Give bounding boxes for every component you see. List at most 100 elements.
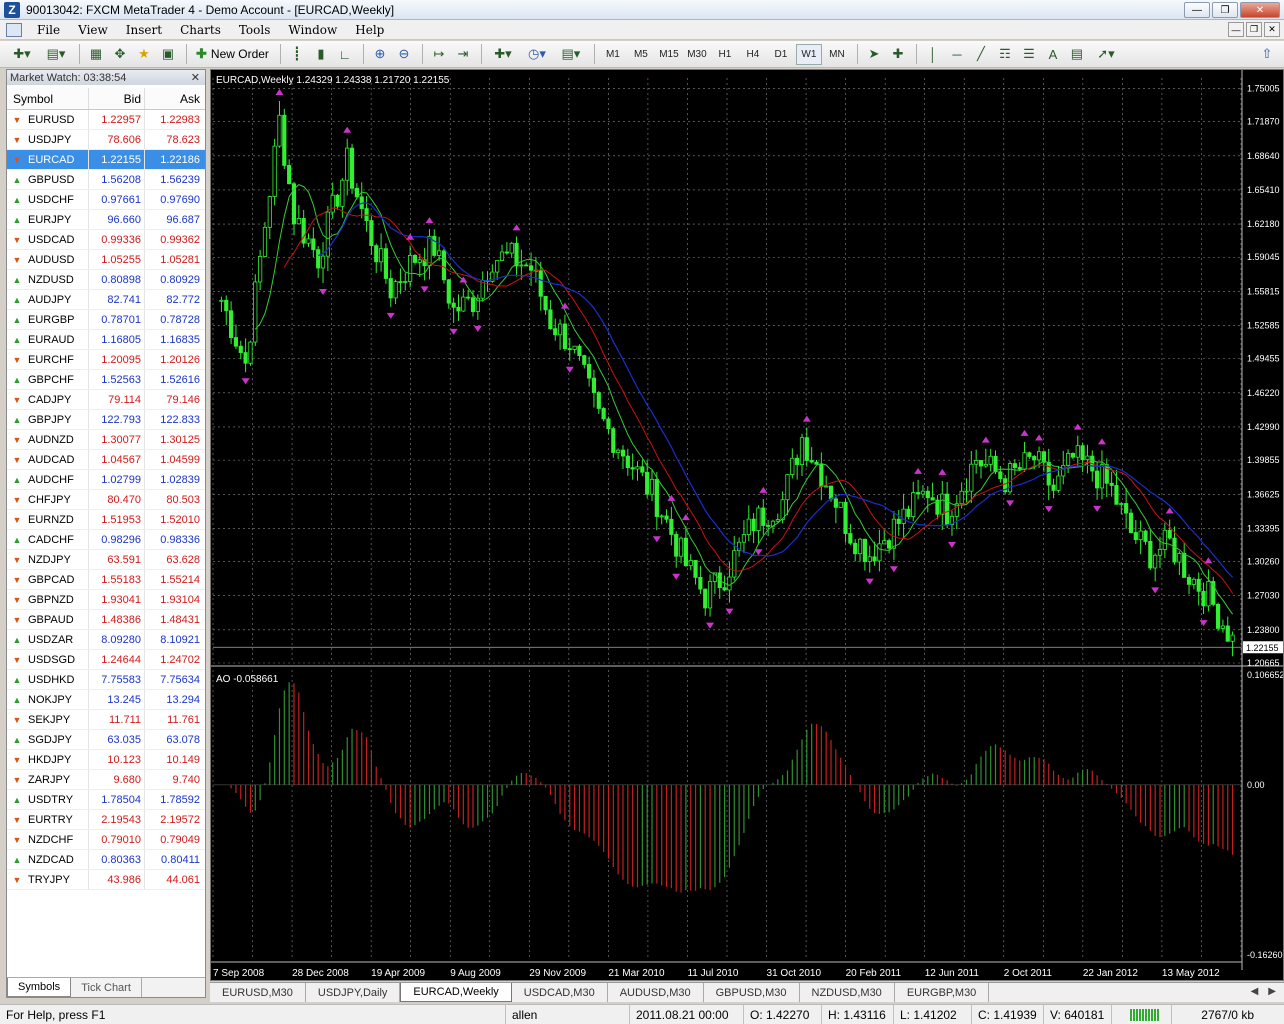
minimize-button[interactable]: — bbox=[1184, 2, 1210, 18]
market-watch-row[interactable]: ▼ USDJPY 78.606 78.623 bbox=[7, 130, 205, 150]
zoom-out-icon[interactable]: ⊖ bbox=[393, 44, 415, 65]
timeframe-m15[interactable]: M15 bbox=[656, 44, 682, 65]
indicators-icon[interactable]: ✚▾ bbox=[487, 44, 519, 65]
bar-chart-icon[interactable]: ┋ bbox=[286, 44, 308, 65]
chart-tab[interactable]: USDJPY,Daily bbox=[306, 983, 401, 1002]
line-chart-icon[interactable]: ∟ bbox=[334, 44, 356, 65]
timeframe-m30[interactable]: M30 bbox=[684, 44, 710, 65]
terminal-icon[interactable]: ▣ bbox=[157, 44, 179, 65]
chart-tab[interactable]: AUDUSD,M30 bbox=[608, 983, 704, 1002]
periods-clock-icon[interactable]: ◷▾ bbox=[521, 44, 553, 65]
market-watch-row[interactable]: ▲ EURJPY 96.660 96.687 bbox=[7, 210, 205, 230]
tab-symbols[interactable]: Symbols bbox=[7, 978, 72, 997]
fibonacci-icon[interactable]: ☰ bbox=[1018, 44, 1040, 65]
menu-view[interactable]: View bbox=[69, 23, 117, 37]
channel-icon[interactable]: ☶ bbox=[994, 44, 1016, 65]
toolbar-chevron-icon[interactable]: ⇧ bbox=[1256, 44, 1278, 65]
timeframe-mn[interactable]: MN bbox=[824, 44, 850, 65]
column-bid[interactable]: Bid bbox=[89, 88, 145, 109]
market-watch-row[interactable]: ▼ HKDJPY 10.123 10.149 bbox=[7, 750, 205, 770]
market-watch-row[interactable]: ▲ AUDJPY 82.741 82.772 bbox=[7, 290, 205, 310]
market-watch-row[interactable]: ▲ NZDCAD 0.80363 0.80411 bbox=[7, 850, 205, 870]
market-watch-row[interactable]: ▼ USDSGD 1.24644 1.24702 bbox=[7, 650, 205, 670]
chart-shift-icon[interactable]: ⇥ bbox=[452, 44, 474, 65]
menu-tools[interactable]: Tools bbox=[230, 23, 280, 37]
price-chart[interactable]: 1.22155 1.75005 1.71870 1.68640 1.65410 1.621… bbox=[211, 70, 1283, 980]
chart-tab[interactable]: NZDUSD,M30 bbox=[800, 983, 895, 1002]
timeframe-h1[interactable]: H1 bbox=[712, 44, 738, 65]
close-button[interactable]: ✕ bbox=[1240, 2, 1280, 18]
auto-scroll-icon[interactable]: ↦ bbox=[428, 44, 450, 65]
market-watch-row[interactable]: ▼ EURNZD 1.51953 1.52010 bbox=[7, 510, 205, 530]
chart-tab[interactable]: USDCAD,M30 bbox=[512, 983, 608, 1002]
chart-tab[interactable]: EURUSD,M30 bbox=[210, 983, 306, 1002]
market-watch-row[interactable]: ▲ USDTRY 1.78504 1.78592 bbox=[7, 790, 205, 810]
market-watch-row[interactable]: ▼ TRYJPY 43.986 44.061 bbox=[7, 870, 205, 890]
market-watch-row[interactable]: ▲ CADCHF 0.98296 0.98336 bbox=[7, 530, 205, 550]
crosshair-icon[interactable]: ✚ bbox=[887, 44, 909, 65]
chart-tab[interactable]: EURCAD,Weekly bbox=[400, 983, 512, 1002]
menu-file[interactable]: File bbox=[28, 23, 69, 37]
column-ask[interactable]: Ask bbox=[145, 88, 203, 109]
market-watch-row[interactable]: ▲ USDCHF 0.97661 0.97690 bbox=[7, 190, 205, 210]
market-watch-row[interactable]: ▼ EURUSD 1.22957 1.22983 bbox=[7, 110, 205, 130]
market-watch-row[interactable]: ▼ AUDUSD 1.05255 1.05281 bbox=[7, 250, 205, 270]
market-watch-row[interactable]: ▲ NZDUSD 0.80898 0.80929 bbox=[7, 270, 205, 290]
chart-window[interactable]: 1.22155 1.75005 1.71870 1.68640 1.65410 1.621… bbox=[210, 69, 1284, 981]
chart-tab[interactable]: EURGBP,M30 bbox=[895, 983, 990, 1002]
menu-charts[interactable]: Charts bbox=[171, 23, 230, 37]
market-watch-row[interactable]: ▼ NZDCHF 0.79010 0.79049 bbox=[7, 830, 205, 850]
column-symbol[interactable]: Symbol bbox=[7, 88, 89, 109]
document-icon[interactable] bbox=[6, 22, 22, 37]
market-watch-row[interactable]: ▼ GBPNZD 1.93041 1.93104 bbox=[7, 590, 205, 610]
timeframe-h4[interactable]: H4 bbox=[740, 44, 766, 65]
menu-help[interactable]: Help bbox=[346, 23, 393, 37]
mdi-restore-button[interactable]: ❐ bbox=[1246, 22, 1262, 37]
profiles-icon[interactable]: ▤▾ bbox=[40, 44, 72, 65]
tab-scroll-right-icon[interactable]: ▶ bbox=[1268, 986, 1276, 997]
market-watch-row[interactable]: ▼ ZARJPY 9.680 9.740 bbox=[7, 770, 205, 790]
restore-button[interactable]: ❐ bbox=[1212, 2, 1238, 18]
horizontal-line-icon[interactable]: ─ bbox=[946, 44, 968, 65]
timeframe-w1[interactable]: W1 bbox=[795, 43, 822, 65]
mdi-close-button[interactable]: ✕ bbox=[1264, 22, 1280, 37]
market-watch-row[interactable]: ▼ USDCAD 0.99336 0.99362 bbox=[7, 230, 205, 250]
mdi-minimize-button[interactable]: — bbox=[1228, 22, 1244, 37]
candlestick-icon[interactable]: ▮ bbox=[310, 44, 332, 65]
market-watch-row[interactable]: ▲ EURAUD 1.16805 1.16835 bbox=[7, 330, 205, 350]
market-watch-row[interactable]: ▲ GBPJPY 122.793 122.833 bbox=[7, 410, 205, 430]
market-watch-row[interactable]: ▼ EURCHF 1.20095 1.20126 bbox=[7, 350, 205, 370]
text-label-icon[interactable]: ▤ bbox=[1066, 44, 1088, 65]
market-watch-row[interactable]: ▼ AUDCAD 1.04567 1.04599 bbox=[7, 450, 205, 470]
navigator-icon[interactable]: ✥ bbox=[109, 44, 131, 65]
favorites-icon[interactable]: ★ bbox=[133, 44, 155, 65]
tab-scroll-left-icon[interactable]: ◀ bbox=[1251, 986, 1259, 997]
market-watch-row[interactable]: ▲ NOKJPY 13.245 13.294 bbox=[7, 690, 205, 710]
market-watch-row[interactable]: ▲ EURGBP 0.78701 0.78728 bbox=[7, 310, 205, 330]
menu-insert[interactable]: Insert bbox=[117, 23, 171, 37]
market-watch-row[interactable]: ▼ SEKJPY 11.711 11.761 bbox=[7, 710, 205, 730]
new-order-button[interactable]: ✚ New Order bbox=[192, 44, 273, 65]
market-watch-row[interactable]: ▲ SGDJPY 63.035 63.078 bbox=[7, 730, 205, 750]
menu-window[interactable]: Window bbox=[279, 23, 346, 37]
market-watch-row[interactable]: ▼ GBPCAD 1.55183 1.55214 bbox=[7, 570, 205, 590]
timeframe-m5[interactable]: M5 bbox=[628, 44, 654, 65]
market-watch-icon[interactable]: ▦ bbox=[85, 44, 107, 65]
market-watch-row[interactable]: ▼ CADJPY 79.114 79.146 bbox=[7, 390, 205, 410]
text-icon[interactable]: A bbox=[1042, 44, 1064, 65]
market-watch-row[interactable]: ▲ USDZAR 8.09280 8.10921 bbox=[7, 630, 205, 650]
timeframe-d1[interactable]: D1 bbox=[768, 44, 794, 65]
market-watch-row[interactable]: ▼ EURCAD 1.22155 1.22186 bbox=[7, 150, 205, 170]
market-watch-row[interactable]: ▼ GBPAUD 1.48386 1.48431 bbox=[7, 610, 205, 630]
market-watch-row[interactable]: ▲ GBPCHF 1.52563 1.52616 bbox=[7, 370, 205, 390]
trendline-icon[interactable]: ╱ bbox=[970, 44, 992, 65]
chart-tab[interactable]: GBPUSD,M30 bbox=[704, 983, 800, 1002]
cursor-icon[interactable]: ➤ bbox=[863, 44, 885, 65]
market-watch-row[interactable]: ▼ CHFJPY 80.470 80.503 bbox=[7, 490, 205, 510]
market-watch-row[interactable]: ▲ USDHKD 7.75583 7.75634 bbox=[7, 670, 205, 690]
market-watch-row[interactable]: ▼ AUDNZD 1.30077 1.30125 bbox=[7, 430, 205, 450]
market-watch-row[interactable]: ▲ GBPUSD 1.56208 1.56239 bbox=[7, 170, 205, 190]
market-watch-close-icon[interactable]: ✕ bbox=[191, 71, 205, 84]
market-watch-row[interactable]: ▼ NZDJPY 63.591 63.628 bbox=[7, 550, 205, 570]
new-chart-icon[interactable]: ✚▾ bbox=[6, 44, 38, 65]
